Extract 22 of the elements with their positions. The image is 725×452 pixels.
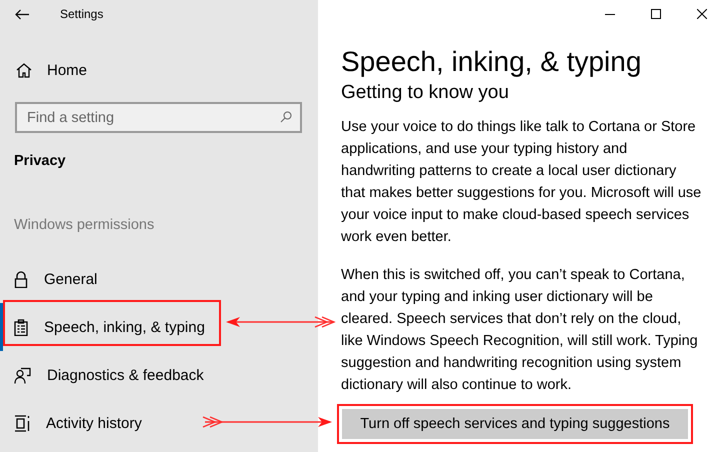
search-icon — [280, 111, 292, 123]
turn-off-button[interactable]: Turn off speech services and typing suggestions — [342, 409, 688, 439]
back-arrow-icon — [15, 8, 29, 20]
home-link[interactable]: Home — [16, 58, 88, 82]
timeline-icon — [14, 414, 30, 432]
description-text: When this is switched off, you can’t speak to Cortana, and your typing and inking user dictionary will be cleared. Speech services that don’t rely on the cloud, like Windows Speech Recognition, will still work. Typing suggestion and handwriting recognition using system dictionary will also continue to work. — [341, 266, 699, 395]
group-heading: Windows permissions — [14, 217, 154, 233]
clipboard-icon — [14, 318, 28, 336]
window-title: Settings — [60, 7, 104, 21]
description-text: Use your voice to do things like talk to Cortana or Store applications, and use your typing history and handwriting patterns to create a local user dictionary that makes better suggestions for you. Microsoft will use your voice input to make cloud-based speech services work even better. — [341, 118, 702, 247]
person-feedback-icon — [14, 366, 31, 384]
maximize-icon — [651, 9, 661, 19]
lock-icon — [14, 270, 28, 288]
section-heading: Privacy — [14, 153, 66, 169]
nav-item[interactable]: Diagnostics & feedback — [0, 351, 318, 399]
search-field[interactable]: Find a setting — [15, 102, 302, 133]
home-icon — [16, 62, 32, 78]
page-subtitle: Getting to know you — [341, 81, 510, 105]
page-title: Speech, inking, & typing — [341, 45, 642, 79]
nav-item[interactable]: General — [0, 255, 318, 303]
nav-item[interactable]: Activity history — [0, 399, 318, 447]
close-icon — [697, 9, 707, 19]
